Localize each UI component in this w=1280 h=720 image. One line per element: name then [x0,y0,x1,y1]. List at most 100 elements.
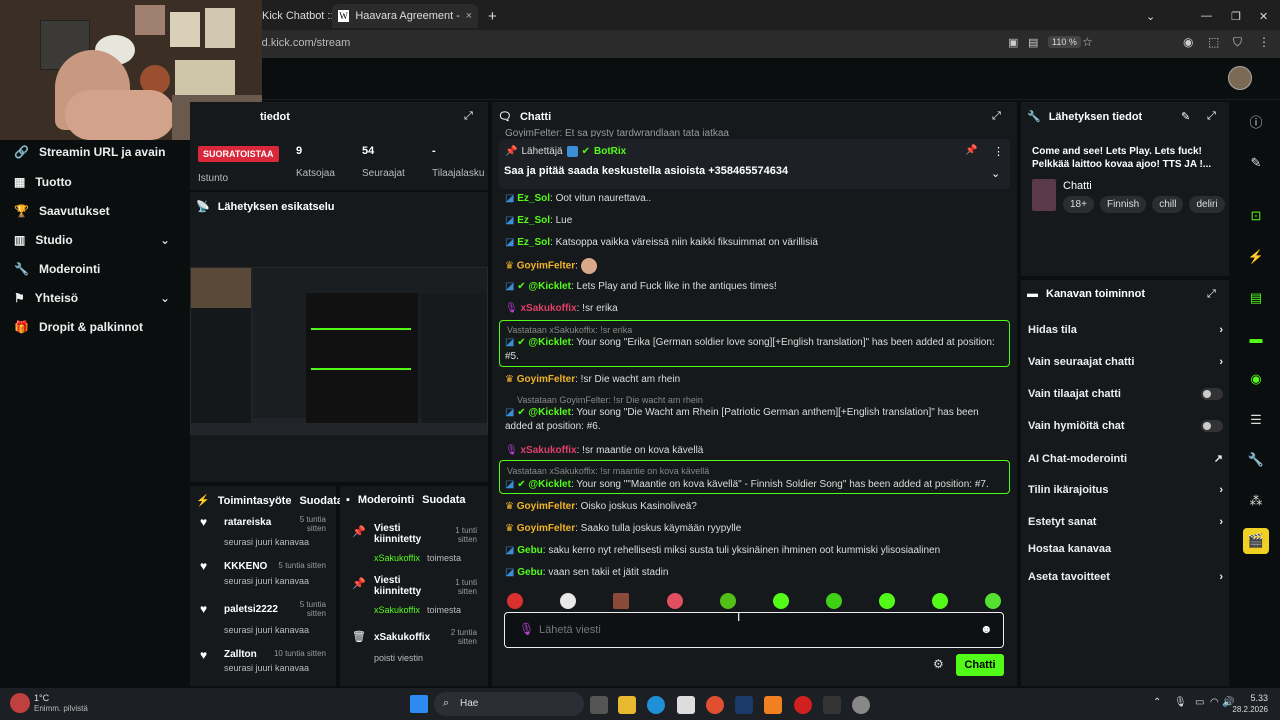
apps-icon[interactable]: ⁂ [1243,488,1269,514]
chat-user[interactable]: @Kicklet [528,407,571,418]
settings-icon[interactable]: ⚙ [933,657,944,671]
broadcast-icon[interactable]: ◉ [1243,366,1269,392]
firefox-icon[interactable] [706,696,724,714]
reply-reference[interactable]: Vastataan xSakukoffix: !sr erika [507,323,1007,337]
expand-icon[interactable]: ⤢ [1207,288,1216,301]
lightning-icon[interactable]: ⚡ [1243,244,1269,270]
toggle-switch[interactable] [1201,420,1223,432]
emote-icon[interactable] [773,593,789,609]
action-set-goals[interactable]: Aseta tavoitteet › [1028,571,1223,583]
send-chat-button[interactable]: Chatti [956,654,1004,676]
emoji-icon[interactable]: ☻ [980,622,993,636]
tag[interactable]: deliri [1189,196,1225,213]
sidebar-item-drops[interactable]: 🎁 Dropit & palkinnot [14,320,143,334]
taskbar-search[interactable] [434,692,584,716]
filter-button[interactable]: Suodata [422,494,465,506]
stream-preview-thumbnail[interactable] [190,267,488,435]
zoom-level[interactable]: 110 % [1048,36,1081,48]
expand-icon[interactable]: ⤢ [1207,110,1216,123]
url-field[interactable]: rd.kick.com/stream [258,37,350,49]
unpin-icon[interactable]: 📌 [965,145,977,156]
chat-user[interactable]: Gebu [517,567,543,578]
tag[interactable]: 18+ [1063,196,1094,213]
chevron-down-icon[interactable]: ⌄ [160,291,170,305]
wifi-icon[interactable]: ◠ [1210,697,1219,708]
document-icon[interactable]: ▤ [1243,285,1269,311]
shield-icon[interactable]: ⛉ [1233,35,1242,50]
category-label[interactable]: Chatti [1063,180,1092,192]
close-icon[interactable]: × [466,10,472,22]
emote-icon[interactable] [985,593,1001,609]
toggle-switch[interactable] [1201,388,1223,400]
clock-date[interactable]: 28.2.2026 [1224,705,1268,714]
category-thumbnail[interactable] [1032,179,1056,211]
minimize-icon[interactable]: — [1195,4,1218,28]
emote-icon[interactable] [879,593,895,609]
emote-icon[interactable] [507,593,523,609]
tag[interactable]: chill [1152,196,1184,213]
pencil-icon[interactable]: ✎ [1243,150,1269,176]
sidebar-item-revenue[interactable]: ▦ Tuotto [14,175,72,189]
expand-icon[interactable]: ⤢ [992,110,1001,123]
chat-user[interactable]: GoyimFelter [517,261,575,272]
picture-icon[interactable]: ▤ [1028,36,1038,49]
chat-user[interactable]: GoyimFelter [517,501,575,512]
new-tab-button[interactable]: + [482,4,503,28]
extensions-icon[interactable]: ⬚ [1208,35,1219,49]
star-icon[interactable]: ☆ [1082,35,1093,49]
mod-user[interactable]: xSakukoffix [374,605,420,615]
task-view-icon[interactable] [590,696,608,714]
chevron-up-icon[interactable]: ⌃ [1153,697,1161,708]
close-window-icon[interactable]: ✕ [1253,4,1274,28]
clock-time[interactable]: 5.33 [1236,693,1268,703]
activity-user[interactable]: Zallton [224,649,257,660]
chat-user[interactable]: @Kicklet [528,337,571,348]
sidebar-item-community[interactable]: ⚑ Yhteisö [14,291,78,305]
emote-icon[interactable] [826,593,842,609]
chat-input[interactable] [539,620,959,640]
opera-icon[interactable] [794,696,812,714]
filter-button[interactable]: Suodata [299,495,342,507]
camera-icon[interactable]: ⊡ [1243,203,1269,229]
sidebar-item-achievements[interactable]: 🏆 Saavutukset [14,204,110,218]
terminal-icon[interactable] [823,696,841,714]
chat-user[interactable]: Gebu [517,545,543,556]
wrench-icon[interactable]: 🔧 [1243,447,1269,473]
emote-icon[interactable] [613,593,629,609]
tag[interactable]: Finnish [1099,196,1147,213]
vlc-icon[interactable] [764,696,782,714]
action-ai-moderation[interactable]: AI Chat-moderointi ↗ [1028,452,1223,466]
clapper-icon[interactable]: 🎬 [1243,528,1269,554]
avatar[interactable] [1228,66,1252,90]
action-followers-only[interactable]: Vain seuraajat chatti › [1028,356,1223,368]
action-host-channel[interactable]: Hostaa kanavaa [1028,543,1223,555]
action-slow-mode[interactable]: Hidas tila › [1028,324,1223,336]
chat-user[interactable]: Ez_Sol [517,193,550,204]
pencil-icon[interactable]: ✎ [1181,110,1190,123]
activity-user[interactable]: ratareiska [224,517,271,528]
chevron-down-icon[interactable]: ⌄ [160,233,170,247]
emote-icon[interactable] [720,593,736,609]
reply-reference[interactable]: Vastataan xSakukoffix: !sr maantie on ko… [507,464,1007,478]
chat-user[interactable]: GoyimFelter [517,523,575,534]
sidebar-item-moderation[interactable]: 🔧 Moderointi [14,262,100,276]
emote-icon[interactable] [667,593,683,609]
microphone-icon[interactable]: 🎙 [1174,697,1187,708]
chat-user[interactable]: xSakukoffix [520,303,576,314]
chat-user[interactable]: Ez_Sol [517,237,550,248]
chat-user[interactable]: xSakukoffix [520,445,576,456]
chevron-down-icon[interactable]: ⌄ [991,167,1000,180]
edge-icon[interactable] [647,696,665,714]
browser-tab-wikipedia[interactable]: W Haavara Agreement - Wikipedia × [332,4,478,28]
store-icon[interactable] [677,696,695,714]
action-banned-words[interactable]: Estetyt sanat › [1028,516,1223,528]
chat-user[interactable]: @Kicklet [528,281,571,292]
windows-start-icon[interactable] [410,695,428,713]
menu-dots-icon[interactable]: ⋮ [1258,35,1270,49]
chevron-down-icon[interactable]: ⌄ [1140,4,1161,28]
mod-user[interactable]: xSakukoffix [374,553,420,563]
file-explorer-icon[interactable] [618,696,636,714]
chat-user[interactable]: Ez_Sol [517,215,550,226]
action-age-restriction[interactable]: Tilin ikärajoitus › [1028,484,1223,496]
profile-icon[interactable]: ◉ [1183,35,1193,49]
